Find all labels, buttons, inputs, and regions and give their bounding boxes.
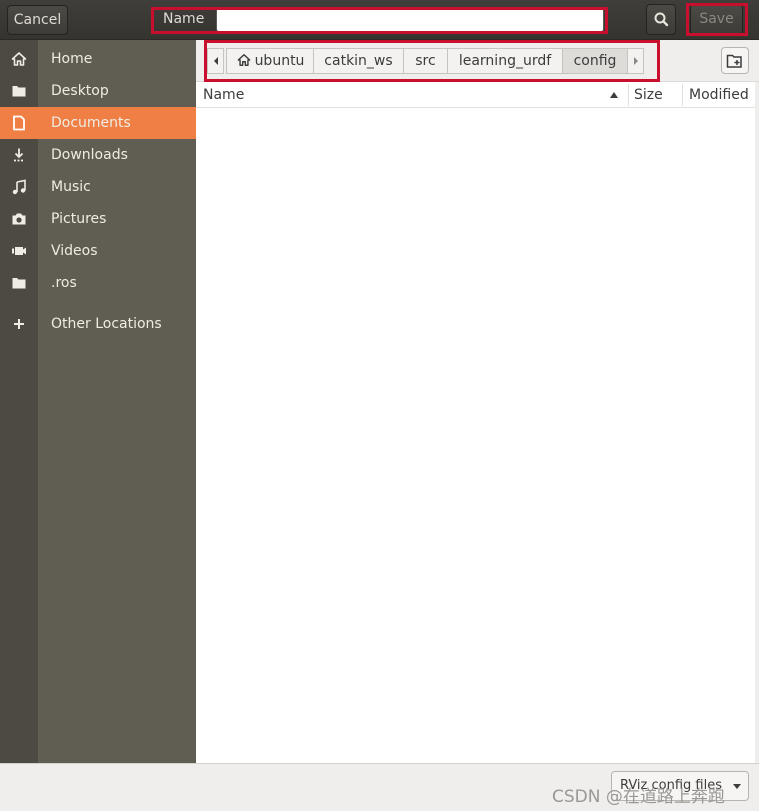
sidebar-item-label: Music xyxy=(51,179,91,195)
new-folder-button[interactable] xyxy=(721,47,749,74)
column-separator xyxy=(628,84,629,106)
document-icon xyxy=(0,107,38,139)
search-icon xyxy=(654,12,669,27)
scrollbar-track[interactable] xyxy=(755,82,759,763)
home-icon xyxy=(0,43,38,75)
folder-icon xyxy=(0,267,38,299)
path-segment-learning-urdf[interactable]: learning_urdf xyxy=(447,48,563,74)
sidebar-item-label: .ros xyxy=(51,275,77,291)
file-list[interactable] xyxy=(196,108,756,763)
sidebar-item-label: Documents xyxy=(51,115,131,131)
places-sidebar: Home Desktop Documents Downloads Music P… xyxy=(0,40,196,763)
column-modified-header[interactable]: Modified xyxy=(689,87,749,103)
home-icon xyxy=(237,54,250,66)
path-scroll-left-button[interactable] xyxy=(207,48,224,74)
watermark: CSDN @在道路上奔跑 xyxy=(552,787,725,807)
header-bar: Cancel Name Save xyxy=(0,0,759,40)
sidebar-item-videos[interactable]: Videos xyxy=(0,235,196,267)
chevron-left-icon xyxy=(213,57,218,65)
name-label: Name xyxy=(163,11,205,27)
video-icon xyxy=(0,235,38,267)
sidebar-item-home[interactable]: Home xyxy=(0,43,196,75)
sidebar-item-label: Pictures xyxy=(51,211,107,227)
path-segment-label: ubuntu xyxy=(254,53,305,69)
cancel-button[interactable]: Cancel xyxy=(7,5,68,35)
sidebar-item-documents[interactable]: Documents xyxy=(0,107,196,139)
sidebar-item-downloads[interactable]: Downloads xyxy=(0,139,196,171)
path-segment-home[interactable]: ubuntu xyxy=(226,48,314,74)
file-list-header: Name Size Modified xyxy=(196,82,759,108)
path-segment-src[interactable]: src xyxy=(403,48,448,74)
music-icon xyxy=(0,171,38,203)
new-folder-icon xyxy=(726,54,742,68)
chevron-down-icon xyxy=(733,784,741,789)
sidebar-item-label: Other Locations xyxy=(51,316,162,332)
sidebar-item-music[interactable]: Music xyxy=(0,171,196,203)
path-scroll-right-button[interactable] xyxy=(627,48,644,74)
sidebar-item-label: Downloads xyxy=(51,147,128,163)
filename-input[interactable] xyxy=(216,8,604,32)
column-separator xyxy=(682,84,683,106)
folder-icon xyxy=(0,75,38,107)
path-segment-catkin-ws[interactable]: catkin_ws xyxy=(313,48,404,74)
save-button[interactable]: Save xyxy=(690,4,743,35)
column-size-header[interactable]: Size xyxy=(634,87,663,103)
path-segment-config[interactable]: config xyxy=(562,48,628,74)
sidebar-item-ros[interactable]: .ros xyxy=(0,267,196,299)
plus-icon xyxy=(0,308,38,340)
sidebar-item-desktop[interactable]: Desktop xyxy=(0,75,196,107)
download-icon xyxy=(0,139,38,171)
search-button[interactable] xyxy=(646,4,676,35)
sidebar-item-pictures[interactable]: Pictures xyxy=(0,203,196,235)
sort-ascending-icon xyxy=(610,92,618,98)
camera-icon xyxy=(0,203,38,235)
sidebar-item-label: Videos xyxy=(51,243,98,259)
sidebar-item-other-locations[interactable]: Other Locations xyxy=(0,308,196,340)
sidebar-item-label: Desktop xyxy=(51,83,109,99)
chevron-right-icon xyxy=(633,57,638,65)
sidebar-item-label: Home xyxy=(51,51,93,67)
column-name-header[interactable]: Name xyxy=(203,87,244,103)
